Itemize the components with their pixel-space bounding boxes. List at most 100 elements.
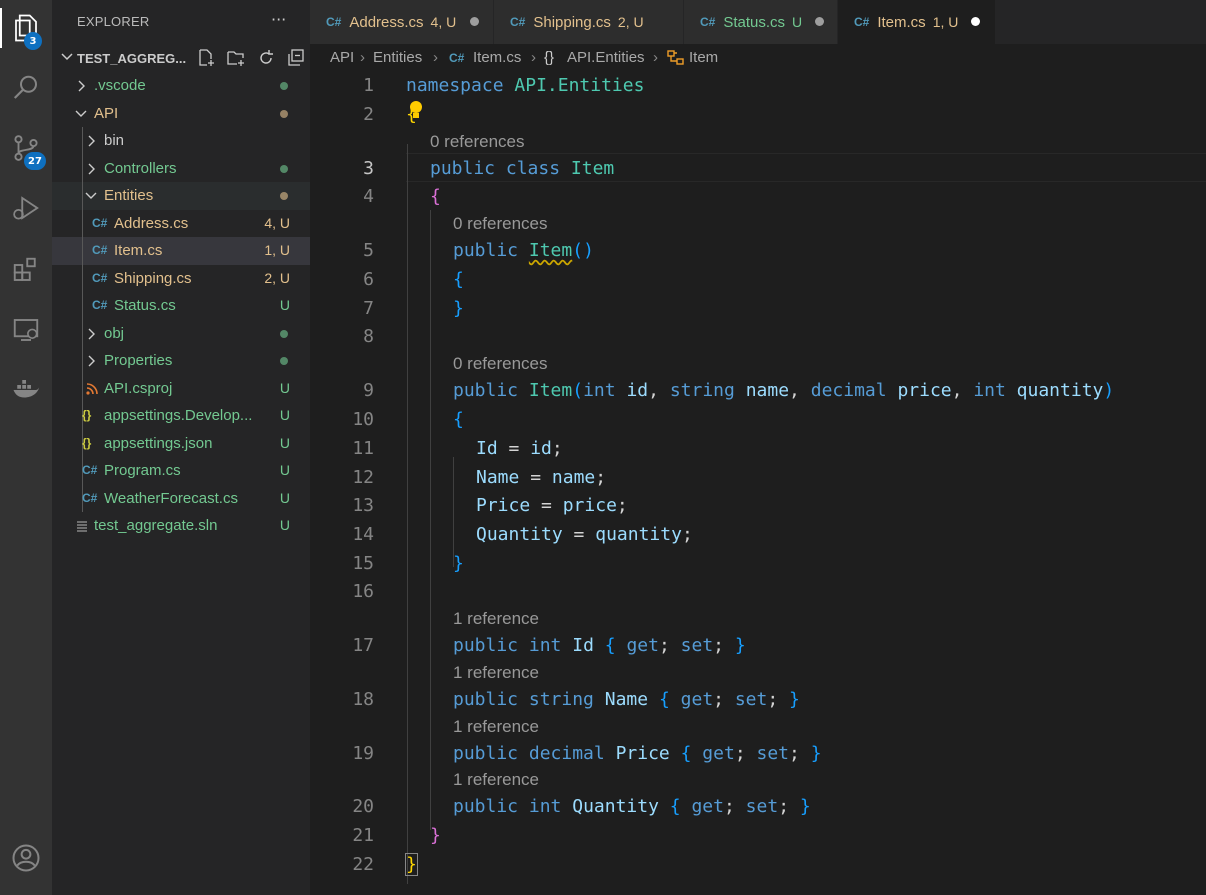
explorer-sidebar: EXPLORER ··· TEST_AGGREG... .vscode API … — [52, 0, 310, 895]
tree-item-weatherforecast-cs[interactable]: C# WeatherForecast.cs U — [52, 484, 310, 512]
breadcrumb-symbol[interactable]: Item — [689, 49, 718, 66]
breadcrumb-separator-icon: › — [653, 49, 658, 66]
punctuation: , — [951, 380, 963, 401]
tab-status: 2, U — [617, 14, 644, 30]
tree-item-api[interactable]: API — [52, 100, 310, 128]
breadcrumb-namespace[interactable]: API.Entities — [567, 49, 645, 66]
class-name: Item — [570, 158, 615, 179]
run-debug-activity[interactable] — [0, 184, 52, 232]
paren: ) — [1103, 380, 1115, 401]
json-file-icon: {} — [82, 435, 92, 450]
code-lens-references[interactable]: 0 references — [430, 132, 525, 152]
collapse-all-icon — [288, 49, 304, 66]
tab-item-cs[interactable]: C# Item.cs 1, U — [838, 0, 996, 44]
search-icon — [13, 75, 37, 99]
tree-item-shipping-cs[interactable]: C# Shipping.cs 2, U — [52, 264, 310, 292]
code-line-19: public decimal Price { get; set; } — [453, 743, 822, 764]
dirty-dot[interactable] — [470, 17, 479, 26]
docker-icon — [13, 380, 40, 398]
untracked-dot — [280, 164, 288, 173]
docker-activity[interactable] — [0, 366, 52, 414]
dirty-dot[interactable] — [971, 17, 980, 26]
lightbulb-icon[interactable] — [408, 100, 424, 122]
property: Id — [476, 438, 498, 459]
property: Id — [572, 635, 594, 656]
code-lens-references[interactable]: 1 reference — [453, 609, 539, 629]
tree-item-label: Shipping.cs — [114, 269, 192, 287]
collapse-all-button[interactable] — [284, 47, 308, 69]
code-lens-references[interactable]: 0 references — [453, 214, 548, 234]
source-control-activity[interactable]: 27 — [0, 124, 52, 172]
search-activity[interactable] — [0, 64, 52, 112]
explorer-activity[interactable]: 3 — [0, 4, 52, 52]
breadcrumb-entities[interactable]: Entities — [373, 49, 422, 66]
code-lens-references[interactable]: 1 reference — [453, 663, 539, 683]
dirty-dot[interactable] — [815, 17, 824, 26]
chevron-right-icon — [78, 80, 85, 92]
keyword: string — [528, 689, 594, 710]
accounts-activity[interactable] — [0, 834, 52, 882]
code-editor[interactable]: 1 2 3 4 5 6 7 8 9 10 11 12 13 14 15 16 1… — [310, 72, 1206, 895]
tree-item-program-cs[interactable]: C# Program.cs U — [52, 457, 310, 485]
operator: = — [530, 467, 542, 488]
tree-item-controllers[interactable]: Controllers — [52, 154, 310, 182]
workspace-name: TEST_AGGREG... — [77, 51, 187, 66]
brace: } — [453, 553, 464, 574]
file-status: 4, U — [264, 214, 290, 231]
file-tree: .vscode API bin Controllers Entities C# … — [52, 72, 310, 540]
tree-item-properties[interactable]: Properties — [52, 347, 310, 375]
tree-item-label: .vscode — [94, 77, 146, 94]
csharp-file-icon: C# — [510, 15, 526, 29]
breadcrumb-file[interactable]: Item.cs — [473, 49, 521, 66]
new-folder-button[interactable] — [224, 47, 248, 69]
tree-item-api-csproj[interactable]: API.csproj U — [52, 374, 310, 402]
file-status: U — [279, 434, 290, 451]
refresh-button[interactable] — [254, 47, 278, 69]
tab-label: Shipping.cs — [533, 13, 611, 31]
tab-address-cs[interactable]: C# Address.cs 4, U — [310, 0, 494, 44]
tree-item-status-cs[interactable]: C# Status.cs U — [52, 292, 310, 320]
tree-item-obj[interactable]: obj — [52, 319, 310, 347]
tree-item-vscode[interactable]: .vscode — [52, 72, 310, 100]
tree-item-appsettings-json[interactable]: {} appsettings.json U — [52, 429, 310, 457]
parameter: name — [745, 380, 790, 401]
code-lens-references[interactable]: 0 references — [453, 354, 548, 374]
tree-item-test-aggregate-sln[interactable]: test_aggregate.sln U — [52, 512, 310, 540]
tree-item-label: API — [94, 104, 119, 122]
code-line-20: public int Quantity { get; set; } — [453, 796, 811, 817]
keyword: get — [626, 635, 659, 656]
code-lens-references[interactable]: 1 reference — [453, 717, 539, 737]
csharp-file-icon: C# — [92, 270, 108, 285]
tree-item-bin[interactable]: bin — [52, 127, 310, 155]
modified-dot — [280, 109, 288, 118]
brace: } — [810, 743, 822, 764]
code-line-9: public Item(int id, string name, decimal… — [453, 380, 1114, 401]
brace: { — [604, 635, 616, 656]
new-file-button[interactable] — [194, 47, 218, 69]
indent-guide — [407, 144, 408, 884]
remote-explorer-activity[interactable] — [0, 306, 52, 354]
code-line-11: Id = id; — [476, 438, 563, 459]
line-number: 10 — [352, 409, 374, 430]
punctuation: , — [789, 380, 800, 401]
tab-shipping-cs[interactable]: C# Shipping.cs 2, U — [494, 0, 684, 44]
code-line-21: } — [430, 825, 441, 846]
breadcrumb-api[interactable]: API — [330, 49, 354, 66]
code-line-17: public int Id { get; set; } — [453, 635, 746, 656]
tab-status-cs[interactable]: C# Status.cs U — [684, 0, 838, 44]
tree-item-item-cs[interactable]: C# Item.cs 1, U — [52, 237, 310, 265]
code-lens-references[interactable]: 1 reference — [453, 770, 539, 790]
tree-item-address-cs[interactable]: C# Address.cs 4, U — [52, 209, 310, 237]
more-actions-button[interactable]: ··· — [271, 10, 286, 29]
extensions-activity[interactable] — [0, 246, 52, 294]
tab-label: Status.cs — [723, 13, 786, 31]
tree-item-entities[interactable]: Entities — [52, 182, 310, 210]
namespace-icon: {} — [544, 49, 555, 66]
punctuation: ; — [713, 635, 725, 656]
tree-item-appsettings-development[interactable]: {} appsettings.Develop... U — [52, 402, 310, 430]
refresh-icon — [260, 50, 273, 64]
json-file-icon: {} — [82, 408, 92, 422]
workspace-header[interactable]: TEST_AGGREG... — [52, 44, 310, 72]
parameter: price — [897, 380, 952, 401]
property: Quantity — [572, 796, 659, 817]
